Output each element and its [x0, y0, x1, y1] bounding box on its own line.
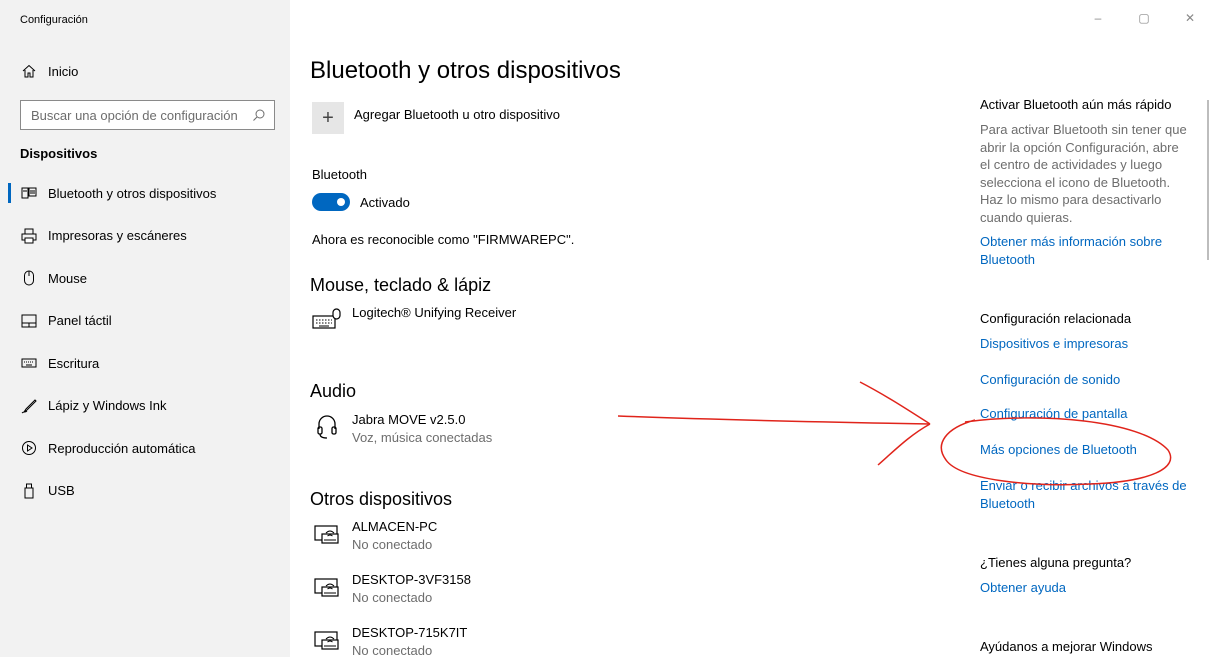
more-bluetooth-options-link[interactable]: Más opciones de Bluetooth: [980, 441, 1195, 459]
bluetooth-toggle[interactable]: [312, 193, 350, 211]
sound-settings-link[interactable]: Configuración de sonido: [980, 371, 1195, 389]
close-button[interactable]: ✕: [1167, 0, 1213, 36]
device-item[interactable]: ALMACEN-PC No conectado: [312, 519, 437, 552]
maximize-button[interactable]: ▢: [1121, 0, 1167, 36]
device-name: Jabra MOVE v2.5.0: [352, 412, 466, 427]
touchpad-icon: [20, 312, 38, 330]
add-device-row[interactable]: + Agregar Bluetooth u otro dispositivo: [312, 102, 560, 134]
device-item[interactable]: Jabra MOVE v2.5.0 Voz, música conectadas: [312, 412, 492, 445]
sidebar-item-printers[interactable]: Impresoras y escáneres: [0, 215, 290, 258]
add-device-label: Agregar Bluetooth u otro dispositivo: [354, 107, 560, 122]
home-icon: [20, 64, 38, 78]
sidebar-nav: Bluetooth y otros dispositivos Impresora…: [0, 172, 290, 512]
page-title: Bluetooth y otros dispositivos: [310, 57, 621, 84]
more-info-link[interactable]: Obtener más información sobre Bluetooth: [980, 233, 1195, 268]
sidebar-item-touchpad[interactable]: Panel táctil: [0, 300, 290, 343]
fast-bluetooth-heading: Activar Bluetooth aún más rápido: [980, 97, 1172, 112]
device-item[interactable]: DESKTOP-3VF3158 No conectado: [312, 572, 471, 605]
minimize-button[interactable]: –: [1075, 0, 1121, 36]
device-item[interactable]: DESKTOP-715K7IT No conectado: [312, 625, 467, 657]
usb-icon: [20, 482, 38, 500]
main-content: Bluetooth y otros dispositivos + Agregar…: [290, 0, 930, 657]
devices-printers-link[interactable]: Dispositivos e impresoras: [980, 335, 1195, 353]
sidebar-item-label: Mouse: [48, 270, 88, 286]
bluetooth-devices-icon: [20, 184, 38, 202]
pen-icon: [20, 397, 38, 415]
sidebar-item-pen[interactable]: Lápiz y Windows Ink: [0, 385, 290, 428]
keyboard-mouse-icon: [312, 305, 342, 333]
sidebar-item-autoplay[interactable]: Reproducción automática: [0, 427, 290, 470]
sidebar-item-typing[interactable]: Escritura: [0, 342, 290, 385]
autoplay-icon: [20, 439, 38, 457]
sidebar-item-label: Impresoras y escáneres: [48, 228, 187, 244]
headphones-icon: [312, 412, 342, 440]
sidebar-item-mouse[interactable]: Mouse: [0, 257, 290, 300]
device-name: Logitech® Unifying Receiver: [352, 305, 517, 320]
fast-bluetooth-text: Para activar Bluetooth sin tener que abr…: [980, 122, 1187, 225]
device-item[interactable]: Logitech® Unifying Receiver: [312, 305, 516, 333]
sidebar-item-label: Panel táctil: [48, 313, 112, 329]
device-name: DESKTOP-715K7IT: [352, 625, 468, 640]
printer-icon: [20, 227, 38, 245]
home-label: Inicio: [48, 63, 79, 79]
bluetooth-label: Bluetooth: [312, 167, 367, 182]
sidebar-item-label: Reproducción automática: [48, 440, 196, 456]
network-pc-icon: [312, 625, 342, 653]
device-name: ALMACEN-PC: [352, 519, 438, 534]
search-icon[interactable]: [252, 108, 266, 127]
window-controls: – ▢ ✕: [1075, 0, 1213, 36]
toggle-state-label: Activado: [360, 194, 410, 210]
device-status: No conectado: [352, 590, 433, 605]
question-heading: ¿Tienes alguna pregunta?: [980, 555, 1132, 570]
sidebar-item-label: Bluetooth y otros dispositivos: [48, 185, 217, 201]
sidebar-item-label: Lápiz y Windows Ink: [48, 398, 167, 414]
display-settings-link[interactable]: Configuración de pantalla: [980, 405, 1195, 423]
keyboard-icon: [20, 354, 38, 372]
network-pc-icon: [312, 572, 342, 600]
home-nav-item[interactable]: Inicio: [20, 61, 78, 81]
device-status: Voz, música conectadas: [352, 430, 493, 445]
device-status: No conectado: [352, 643, 433, 657]
bluetooth-toggle-row: Activado: [312, 193, 410, 211]
sidebar: Configuración Inicio Dispositivos Blueto…: [0, 0, 290, 657]
sidebar-item-label: Escritura: [48, 355, 100, 371]
search-input[interactable]: [31, 107, 241, 123]
add-device-button[interactable]: +: [312, 102, 344, 134]
app-title: Configuración: [20, 14, 88, 26]
group-title-audio: Audio: [310, 381, 357, 401]
mouse-icon: [20, 269, 38, 287]
device-status: No conectado: [352, 537, 433, 552]
improve-windows-heading: Ayúdanos a mejorar Windows: [980, 639, 1153, 654]
send-receive-files-link[interactable]: Enviar o recibir archivos a través de Bl…: [980, 477, 1195, 512]
plus-icon: +: [322, 106, 334, 129]
section-heading: Dispositivos: [20, 146, 98, 161]
get-help-link[interactable]: Obtener ayuda: [980, 579, 1195, 597]
group-title-other: Otros dispositivos: [310, 489, 453, 509]
scrollbar[interactable]: [1207, 100, 1209, 260]
sidebar-item-usb[interactable]: USB: [0, 470, 290, 513]
group-title-mouse: Mouse, teclado & lápiz: [310, 275, 492, 295]
sidebar-item-bluetooth[interactable]: Bluetooth y otros dispositivos: [0, 172, 290, 215]
related-settings-heading: Configuración relacionada: [980, 311, 1132, 326]
device-name: DESKTOP-3VF3158: [352, 572, 471, 587]
sidebar-item-label: USB: [48, 483, 75, 499]
discoverable-text: Ahora es reconocible como "FIRMWAREPC".: [312, 232, 575, 247]
search-box[interactable]: [20, 100, 275, 130]
network-pc-icon: [312, 519, 342, 547]
